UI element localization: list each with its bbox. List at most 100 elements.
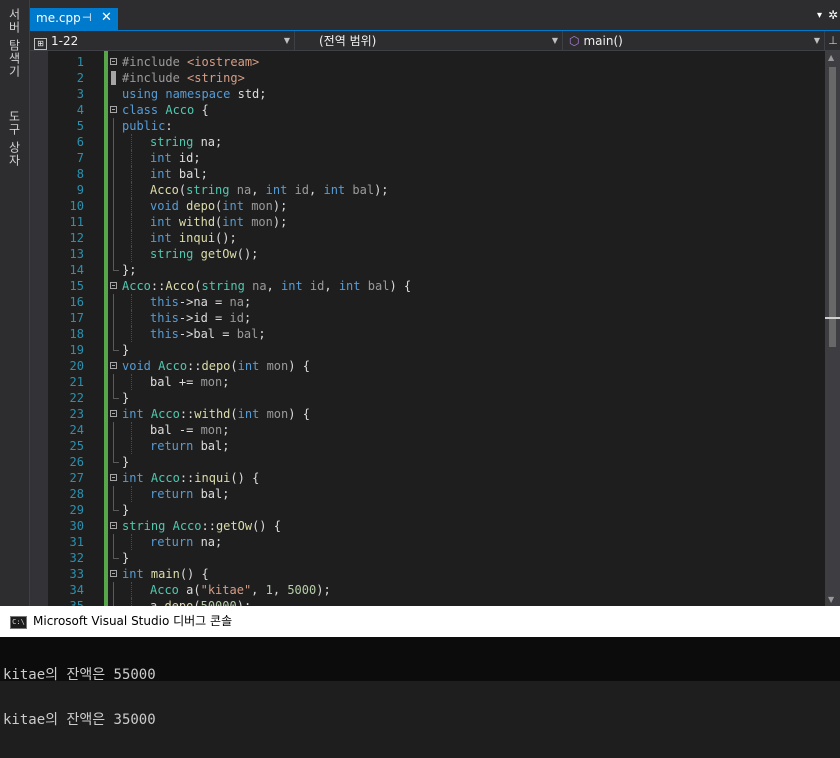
outline-end (113, 502, 119, 511)
scroll-up-icon[interactable]: ▲ (828, 53, 834, 62)
line-number: 20 (69, 359, 84, 373)
project-icon: ⊞ (34, 38, 47, 50)
indent-guide (131, 534, 132, 550)
code-text: int bal; (150, 167, 208, 181)
indent-guide (131, 198, 132, 214)
indent-guide (131, 374, 132, 390)
chevron-down-icon: ▼ (551, 36, 558, 45)
scroll-down-icon[interactable]: ▼ (828, 595, 834, 604)
chevron-down-icon: ▼ (813, 36, 820, 45)
collapse-icon[interactable] (110, 282, 117, 289)
outline-guide (113, 534, 114, 550)
line-number-gutter: 1 2 3 4 5 6 7 8 9 10 11 12 13 14 15 16 17 18 19 20 21 22 23 24 2… (48, 54, 84, 606)
outline-end (113, 454, 119, 463)
collapse-icon[interactable] (110, 570, 117, 577)
line-number: 24 (69, 423, 84, 437)
console-title: Microsoft Visual Studio 디버그 콘솔 (33, 614, 233, 628)
function-cube-icon: ⬡ (569, 34, 580, 48)
line-number: 21 (69, 375, 84, 389)
code-text: } (122, 455, 130, 469)
indent-guide (131, 310, 132, 326)
code-text: void depo(int mon); (150, 199, 288, 213)
outline-end (113, 342, 119, 351)
code-text: public: (122, 119, 173, 133)
line-number: 32 (69, 551, 84, 565)
code-text: bal += mon; (150, 375, 230, 389)
indent-guide (131, 422, 132, 438)
line-number: 30 (69, 519, 84, 533)
code-text: using namespace std; (122, 87, 267, 101)
console-title-bar[interactable]: C:\ Microsoft Visual Studio 디버그 콘솔 (0, 606, 840, 637)
vertical-scrollbar[interactable]: ▲ ▼ (825, 51, 840, 606)
file-tab-me-cpp[interactable]: me.cpp ⊣ ✕ (30, 8, 118, 30)
code-text: a.depo(50000); (150, 599, 252, 606)
console-app-icon: C:\ (10, 616, 27, 629)
line-number: 6 (76, 135, 84, 149)
debug-console-window[interactable]: C:\ Microsoft Visual Studio 디버그 콘솔 kitae… (0, 606, 840, 728)
split-window-icon[interactable]: ⊥ (826, 31, 840, 51)
indent-guide (131, 182, 132, 198)
indent-guide (131, 582, 132, 598)
member-label: main() (583, 34, 623, 48)
outline-guide (113, 246, 114, 262)
collapse-icon[interactable] (110, 362, 117, 369)
tab-dropdown-icon[interactable]: ▾ (817, 10, 822, 21)
collapse-icon[interactable] (110, 474, 117, 481)
code-text: string Acco::getOw() { (122, 519, 281, 533)
line-number: 18 (69, 327, 84, 341)
pin-icon[interactable]: ⊣ (82, 11, 92, 24)
code-text: } (122, 551, 130, 565)
global-scope-dropdown[interactable]: (전역 범위) ▼ (295, 31, 563, 51)
console-output-line: kitae의 잔액은 35000 (3, 712, 156, 728)
collapse-icon[interactable] (110, 58, 117, 65)
scope-dropdown[interactable]: ⊞ 1-22 ▼ (30, 31, 295, 51)
line-number: 1 (76, 55, 84, 69)
outline-end (113, 262, 119, 271)
collapse-icon[interactable] (110, 106, 117, 113)
line-number: 19 (69, 343, 84, 357)
code-text: } (122, 343, 130, 357)
outline-guide (113, 582, 114, 598)
line-number: 13 (69, 247, 84, 261)
server-explorer-tab[interactable]: 서버 탐색기 (6, 8, 23, 78)
navigation-bar: ⊞ 1-22 ▼ (전역 범위) ▼ ⬡ main() ▼ ⊥ (30, 30, 840, 51)
text-cursor (111, 71, 116, 85)
code-text: int withd(int mon); (150, 215, 288, 229)
console-output: kitae의 잔액은 55000 kitae의 잔액은 35000 (3, 638, 156, 758)
indent-guide (131, 326, 132, 342)
line-number: 25 (69, 439, 84, 453)
line-number: 28 (69, 487, 84, 501)
outline-guide (113, 598, 114, 606)
collapse-icon[interactable] (110, 410, 117, 417)
toolbox-tab[interactable]: 도구 상자 (6, 110, 23, 167)
code-text: return bal; (150, 439, 230, 453)
code-text: this->na = na; (150, 295, 252, 309)
code-text: }; (122, 263, 137, 277)
line-number: 23 (69, 407, 84, 421)
line-number: 5 (76, 119, 84, 133)
line-number: 7 (76, 151, 84, 165)
line-number: 35 (69, 599, 84, 606)
line-number: 27 (69, 471, 84, 485)
close-icon[interactable]: ✕ (101, 10, 112, 25)
line-number: 16 (69, 295, 84, 309)
line-number: 8 (76, 167, 84, 181)
scroll-thumb[interactable] (829, 67, 836, 347)
line-number: 12 (69, 231, 84, 245)
outline-end (113, 390, 119, 399)
code-text: string na; (150, 135, 223, 149)
code-text: int Acco::withd(int mon) { (122, 407, 310, 421)
code-text: return na; (150, 535, 223, 549)
outline-guide (113, 438, 114, 454)
code-editor[interactable]: 1 2 3 4 5 6 7 8 9 10 11 12 13 14 15 16 17 18 19 20 21 22 23 24 2… (30, 51, 825, 606)
outline-guide (113, 150, 114, 166)
line-number: 26 (69, 455, 84, 469)
file-tab-label: me.cpp (36, 11, 81, 25)
code-text: int id; (150, 151, 201, 165)
left-tool-sidebar: 서버 탐색기 도구 상자 (0, 0, 30, 606)
collapse-icon[interactable] (110, 522, 117, 529)
code-text: } (122, 503, 130, 517)
member-dropdown[interactable]: ⬡ main() ▼ (563, 31, 825, 51)
indent-guide (131, 438, 132, 454)
settings-icon[interactable]: ✲ (828, 8, 838, 22)
